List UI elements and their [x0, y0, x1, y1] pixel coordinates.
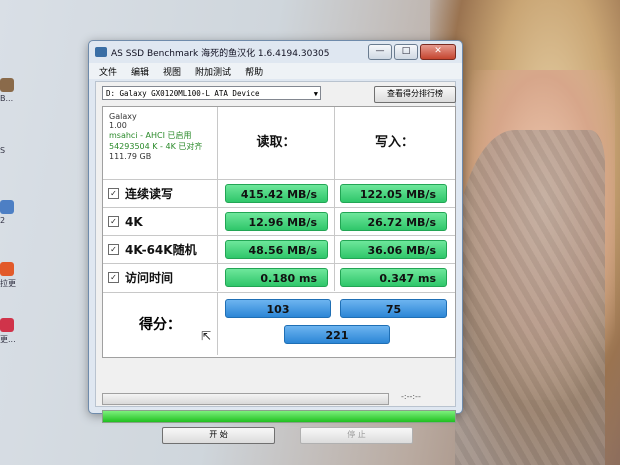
as-ssd-window: AS SSD Benchmark 海死的鱼汉化 1.6.4194.30305 —…: [88, 40, 463, 444]
wallpaper-sweater: [455, 130, 605, 465]
close-button[interactable]: ✕: [420, 44, 456, 60]
desktop-icon[interactable]: 更...: [0, 318, 22, 345]
app-icon: [0, 262, 14, 276]
access-checkbox[interactable]: ✓: [108, 272, 119, 283]
menu-edit[interactable]: 编辑: [131, 65, 149, 78]
menu-extra-tests[interactable]: 附加测试: [195, 65, 231, 78]
elapsed-time: -:--:--: [401, 392, 421, 401]
4k-checkbox[interactable]: ✓: [108, 216, 119, 227]
start-button[interactable]: 开 始: [162, 427, 275, 444]
result-row-seq: ✓ 连续读写 415.42 MB/s 122.05 MB/s: [103, 179, 455, 207]
seq-checkbox[interactable]: ✓: [108, 188, 119, 199]
test-progress-bar: [102, 393, 389, 405]
result-row-4k: ✓ 4K 12.96 MB/s 26.72 MB/s: [103, 207, 455, 235]
view-ranking-button[interactable]: 查看得分排行榜: [374, 86, 456, 103]
read-header: 读取：: [218, 107, 335, 179]
score-label: 得分：: [103, 293, 218, 355]
mouse-cursor-icon: ⇱: [201, 329, 212, 343]
total-progress-bar: [102, 410, 456, 423]
results-grid: Galaxy 1.00 msahci - AHCI 已启用 54293504 K…: [102, 106, 456, 358]
4k-read-value: 12.96 MB/s: [225, 212, 328, 231]
4k64-label: 4K-64K随机: [125, 243, 197, 257]
desktop-icon[interactable]: 拉更: [0, 262, 22, 289]
drive-size: 111.79 GB: [109, 152, 152, 161]
result-row-access: ✓ 访问时间 0.180 ms 0.347 ms: [103, 263, 455, 291]
access-label: 访问时间: [125, 271, 174, 285]
score-write: 75: [340, 299, 447, 318]
access-write-value: 0.347 ms: [340, 268, 447, 287]
drive-alignment: 54293504 K - 4K 已对齐: [109, 142, 203, 151]
drive-firmware: 1.00: [109, 121, 127, 130]
maximize-button[interactable]: □: [394, 44, 418, 60]
chevron-down-icon: ▼: [313, 90, 318, 98]
4k64-checkbox[interactable]: ✓: [108, 244, 119, 255]
seq-label: 连续读写: [125, 187, 174, 201]
desktop-icon[interactable]: S: [0, 146, 22, 155]
4k-label: 4K: [125, 214, 143, 229]
result-row-4k64: ✓ 4K-64K随机 48.56 MB/s 36.06 MB/s: [103, 235, 455, 263]
score-row: 得分： 103 75 221 ⇱: [103, 292, 455, 355]
menu-file[interactable]: 文件: [99, 65, 117, 78]
menu-view[interactable]: 视图: [163, 65, 181, 78]
menu-bar: 文件 编辑 视图 附加测试 帮助: [89, 63, 462, 79]
menu-help[interactable]: 帮助: [245, 65, 263, 78]
4k-write-value: 26.72 MB/s: [340, 212, 447, 231]
drive-info: Galaxy 1.00 msahci - AHCI 已启用 54293504 K…: [103, 107, 218, 179]
desktop-icon[interactable]: B...: [0, 78, 22, 103]
access-read-value: 0.180 ms: [225, 268, 328, 287]
app-icon: [95, 47, 107, 57]
app-icon: [0, 200, 14, 214]
device-dropdown[interactable]: D: Galaxy GX0120ML100-L ATA Device ▼: [102, 86, 321, 100]
window-title: AS SSD Benchmark 海死的鱼汉化 1.6.4194.30305: [111, 48, 330, 59]
desktop-icon[interactable]: 2: [0, 200, 22, 225]
drive-driver: msahci - AHCI 已启用: [109, 131, 192, 140]
4k64-write-value: 36.06 MB/s: [340, 240, 447, 259]
app-icon: [0, 318, 14, 332]
seq-read-value: 415.42 MB/s: [225, 184, 328, 203]
stop-button[interactable]: 停 止: [300, 427, 413, 444]
minimize-button[interactable]: —: [368, 44, 392, 60]
seq-write-value: 122.05 MB/s: [340, 184, 447, 203]
app-icon: [0, 78, 14, 92]
score-read: 103: [225, 299, 331, 318]
device-selected: D: Galaxy GX0120ML100-L ATA Device: [106, 89, 260, 98]
total-progress-fill: [103, 411, 455, 422]
score-total: 221: [284, 325, 390, 344]
title-bar[interactable]: AS SSD Benchmark 海死的鱼汉化 1.6.4194.30305 —…: [89, 41, 462, 63]
4k64-read-value: 48.56 MB/s: [225, 240, 328, 259]
main-panel: D: Galaxy GX0120ML100-L ATA Device ▼ 查看得…: [95, 81, 456, 444]
drive-name: Galaxy: [109, 112, 137, 121]
write-header: 写入：: [374, 135, 414, 150]
